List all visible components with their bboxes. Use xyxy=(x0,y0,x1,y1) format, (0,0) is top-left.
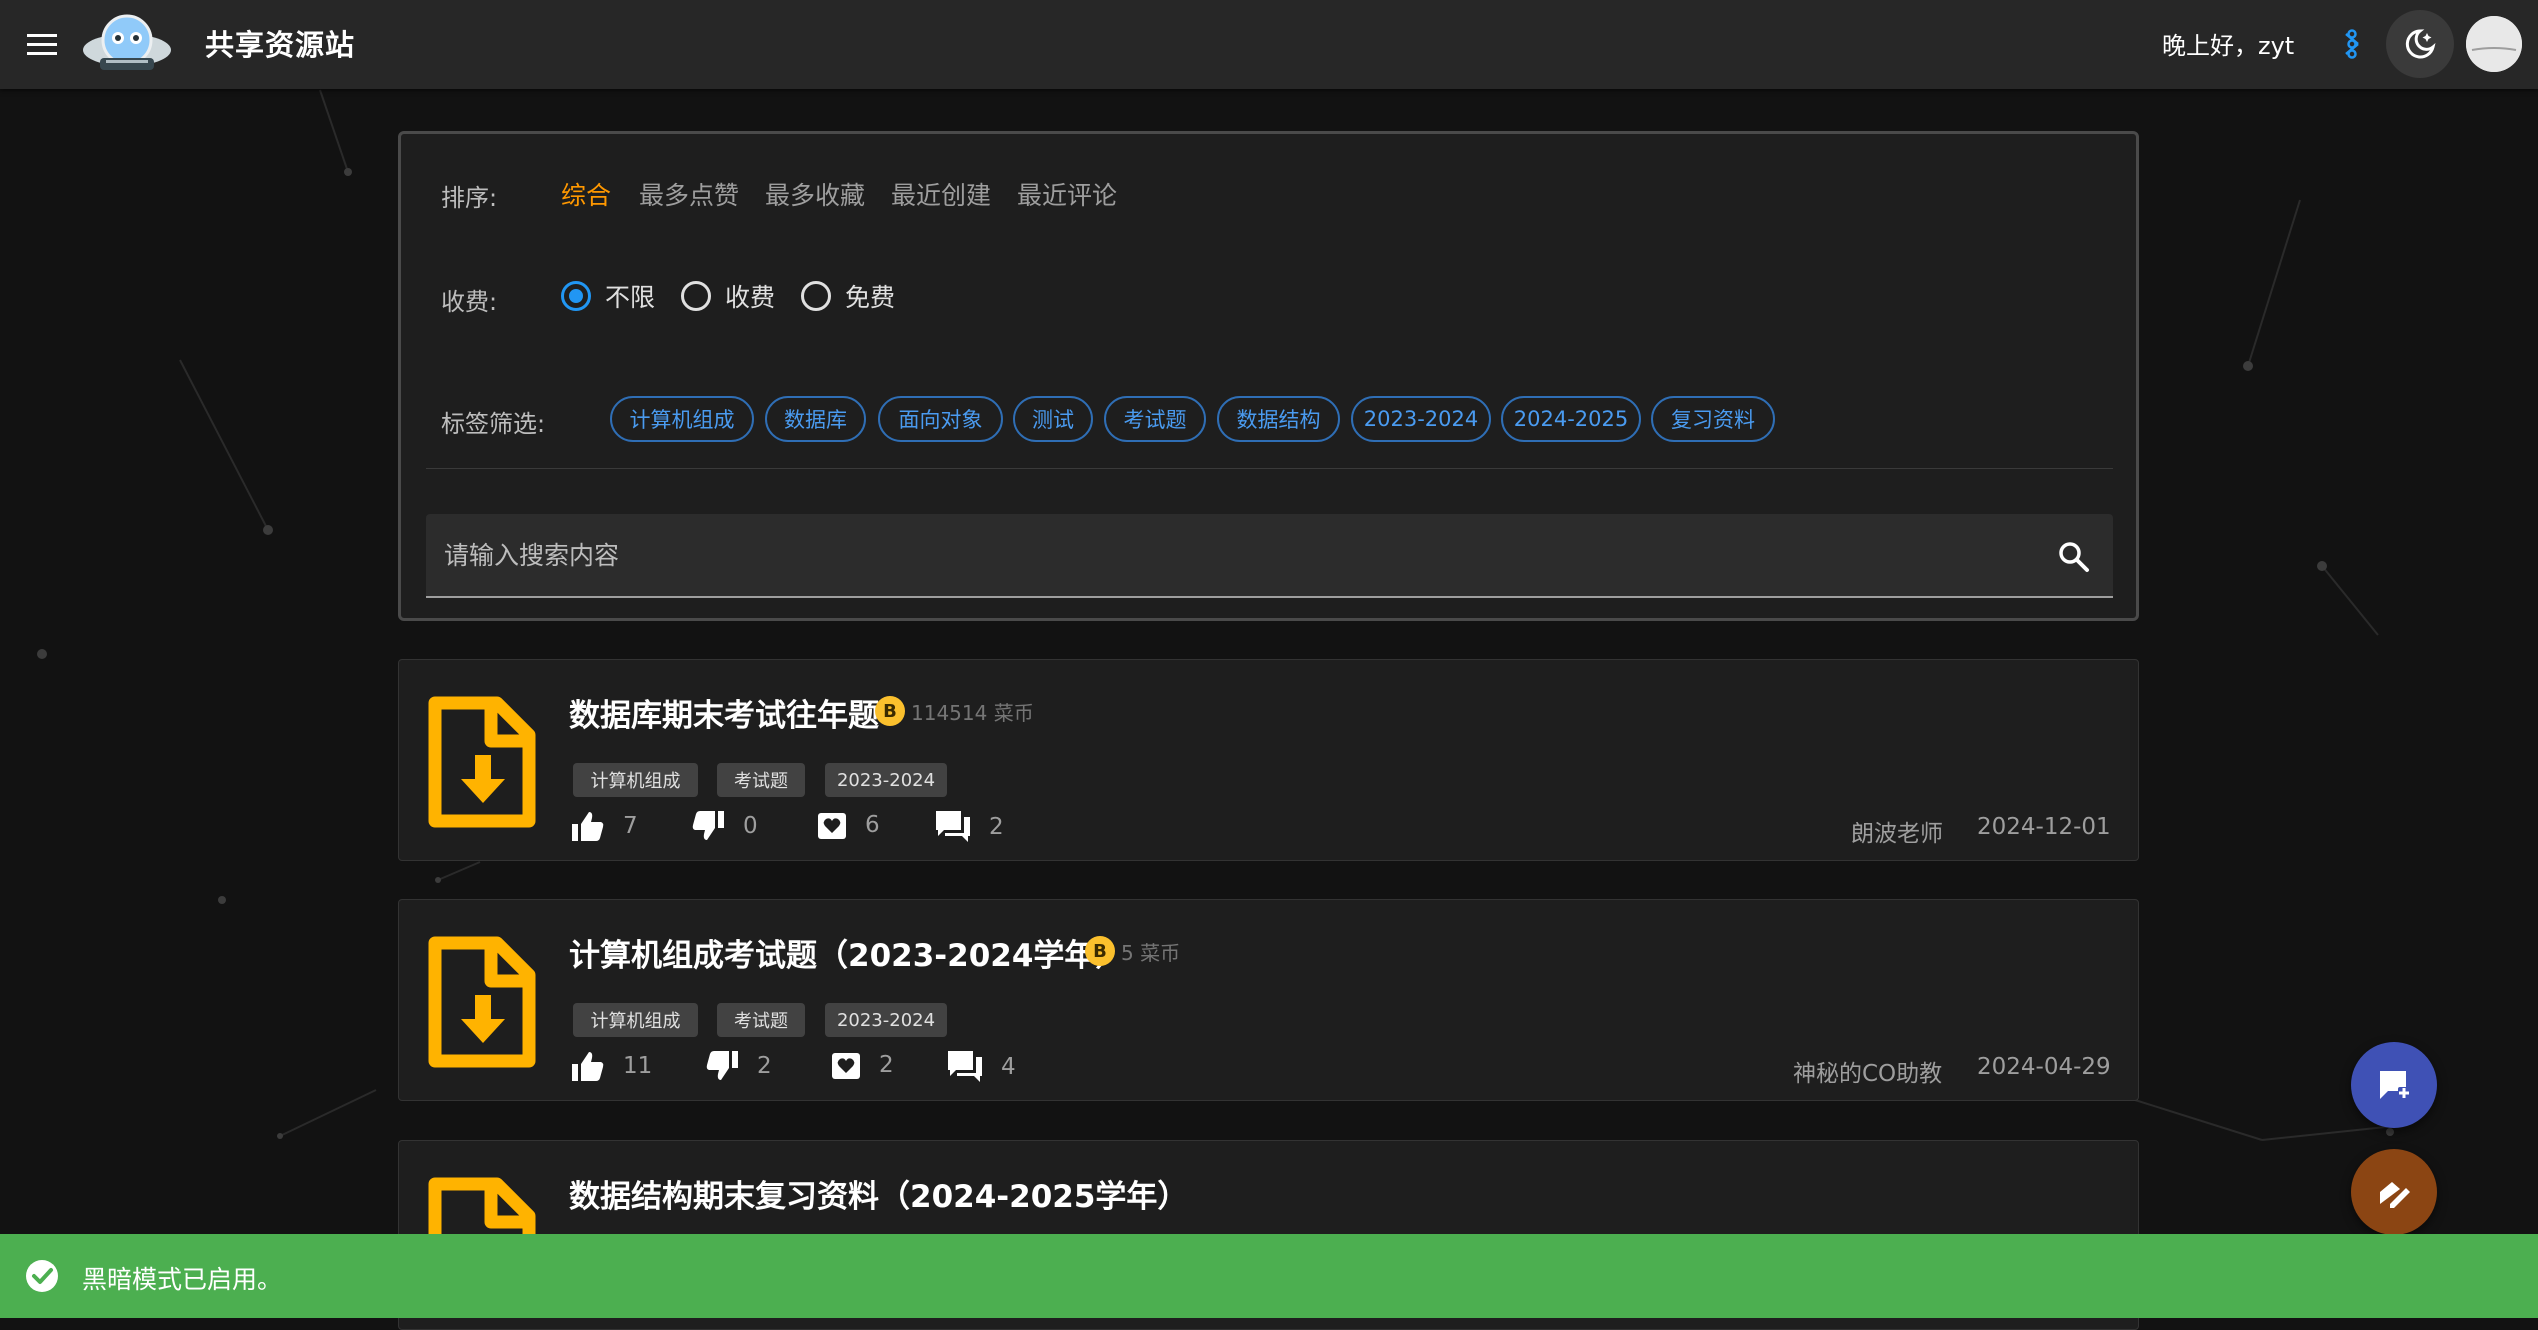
tag-chip[interactable]: 复习资料 xyxy=(1651,396,1775,442)
comments-icon xyxy=(948,1051,982,1082)
price-text: 114514 菜币 xyxy=(911,700,1034,725)
comment-count: 2 xyxy=(989,814,1004,840)
divider xyxy=(426,468,2113,469)
favorite-box-icon xyxy=(818,813,846,839)
sort-option-most-liked[interactable]: 最多点赞 xyxy=(639,176,739,212)
avatar[interactable] xyxy=(2466,16,2522,72)
greeting-text: 晚上好，zyt xyxy=(2162,32,2295,60)
tag-chip[interactable]: 数据结构 xyxy=(1217,396,1340,442)
radio-unchecked-icon xyxy=(681,281,711,311)
like-count: 11 xyxy=(623,1053,653,1079)
favorite-button[interactable]: 6 xyxy=(817,810,880,840)
dislike-count: 0 xyxy=(743,813,758,839)
fee-label: 收费: xyxy=(441,288,498,316)
edit-button[interactable] xyxy=(2351,1149,2437,1235)
resource-title[interactable]: 数据库期末考试往年题 xyxy=(569,690,879,735)
snackbar-message: 黑暗模式已启用。 xyxy=(82,1265,283,1294)
fee-radio-paid[interactable]: 收费 xyxy=(681,278,775,314)
favorite-box-icon xyxy=(832,1053,860,1079)
fee-radio-free[interactable]: 免费 xyxy=(801,278,895,314)
theme-toggle-button[interactable] xyxy=(2386,10,2454,78)
comment-count: 4 xyxy=(1001,1054,1016,1080)
thumb-down-icon xyxy=(692,811,724,840)
price-text: 5 菜币 xyxy=(1121,940,1181,965)
like-button[interactable]: 7 xyxy=(571,810,638,842)
created-date: 2024-04-29 xyxy=(1977,1054,2111,1080)
site-title[interactable]: 共享资源站 xyxy=(205,22,355,64)
fee-radio-free-label: 免费 xyxy=(845,283,896,312)
price: B 114514 菜币 xyxy=(875,696,1034,726)
fee-radio-any-label: 不限 xyxy=(605,283,656,312)
like-button[interactable]: 11 xyxy=(571,1050,652,1082)
tag-chip[interactable]: 计算机组成 xyxy=(610,396,754,442)
thumb-down-icon xyxy=(706,1051,738,1080)
resource-tag[interactable]: 计算机组成 xyxy=(573,763,698,797)
thumb-up-icon xyxy=(572,1052,604,1081)
dislike-button[interactable]: 0 xyxy=(691,810,758,842)
radio-checked-icon xyxy=(561,281,591,311)
app-bar: 共享资源站 晚上好，zyt xyxy=(0,0,2538,89)
author-name[interactable]: 朗波老师 xyxy=(1851,814,1943,848)
resource-tag[interactable]: 2023-2024 xyxy=(825,763,947,797)
menu-button[interactable] xyxy=(22,24,62,64)
comments-button[interactable]: 2 xyxy=(935,810,1004,844)
thumb-up-icon xyxy=(572,812,604,841)
dislike-button[interactable]: 2 xyxy=(705,1050,772,1082)
like-count: 7 xyxy=(623,813,638,839)
dark-mode-icon xyxy=(2405,29,2436,59)
coin-icon: B xyxy=(875,696,905,726)
sort-label: 排序: xyxy=(441,184,498,212)
edit-icon xyxy=(2380,1182,2410,1208)
sort-option-comprehensive[interactable]: 综合 xyxy=(561,176,611,212)
comments-icon xyxy=(936,811,970,842)
logo[interactable] xyxy=(80,10,174,78)
palette-button[interactable] xyxy=(2334,26,2370,62)
sort-option-recently-commented[interactable]: 最近评论 xyxy=(1017,176,1117,212)
resource-title[interactable]: 数据结构期末复习资料（2024-2025学年） xyxy=(569,1171,1188,1216)
search-input[interactable] xyxy=(444,534,2024,576)
resource-tag[interactable]: 计算机组成 xyxy=(573,1003,698,1037)
favorite-count: 6 xyxy=(865,812,880,838)
tag-chip[interactable]: 面向对象 xyxy=(878,396,1003,442)
resource-card[interactable]: 数据库期末考试往年题 B 114514 菜币 计算机组成 考试题 2023-20… xyxy=(398,659,2139,861)
tag-chip[interactable]: 2023-2024 xyxy=(1351,396,1491,442)
search-field[interactable] xyxy=(426,514,2113,598)
resource-card[interactable]: 计算机组成考试题（2023-2024学年） B 5 菜币 计算机组成 考试题 2… xyxy=(398,899,2139,1101)
fee-radio-any[interactable]: 不限 xyxy=(561,278,655,314)
tag-chip[interactable]: 数据库 xyxy=(765,396,866,442)
file-download-icon xyxy=(428,936,536,1068)
menu-icon xyxy=(27,34,57,55)
author-name[interactable]: 神秘的CO助教 xyxy=(1793,1054,1942,1088)
fee-radio-paid-label: 收费 xyxy=(725,283,776,312)
resource-tag[interactable]: 考试题 xyxy=(717,1003,805,1037)
snackbar: 黑暗模式已启用。 xyxy=(0,1234,2538,1318)
check-circle-icon xyxy=(26,1260,58,1292)
radio-unchecked-icon xyxy=(801,281,831,311)
coin-icon: B xyxy=(1085,936,1115,966)
resource-title[interactable]: 计算机组成考试题（2023-2024学年） xyxy=(569,930,1126,975)
tag-chip[interactable]: 2024-2025 xyxy=(1501,396,1641,442)
tag-chip[interactable]: 考试题 xyxy=(1104,396,1206,442)
file-download-icon xyxy=(428,696,536,828)
filter-panel: 排序: 综合 最多点赞 最多收藏 最近创建 最近评论 收费: 不限 收费 免费 … xyxy=(398,131,2139,621)
price: B 5 菜币 xyxy=(1085,936,1180,966)
avatar-image xyxy=(2466,16,2522,72)
new-post-button[interactable] xyxy=(2351,1042,2437,1128)
comments-button[interactable]: 4 xyxy=(947,1050,1016,1084)
palette-icon xyxy=(2345,29,2359,59)
tag-filter-label: 标签筛选: xyxy=(441,410,546,438)
sort-option-most-favorited[interactable]: 最多收藏 xyxy=(765,176,865,212)
resource-tag[interactable]: 2023-2024 xyxy=(825,1003,947,1037)
search-icon[interactable] xyxy=(2057,540,2091,574)
resource-tag[interactable]: 考试题 xyxy=(717,763,805,797)
add-post-icon xyxy=(2380,1071,2410,1099)
favorite-count: 2 xyxy=(879,1052,894,1078)
tag-chip[interactable]: 测试 xyxy=(1013,396,1093,442)
dislike-count: 2 xyxy=(757,1053,772,1079)
sort-option-recently-created[interactable]: 最近创建 xyxy=(891,176,991,212)
created-date: 2024-12-01 xyxy=(1977,814,2111,840)
favorite-button[interactable]: 2 xyxy=(831,1050,894,1080)
